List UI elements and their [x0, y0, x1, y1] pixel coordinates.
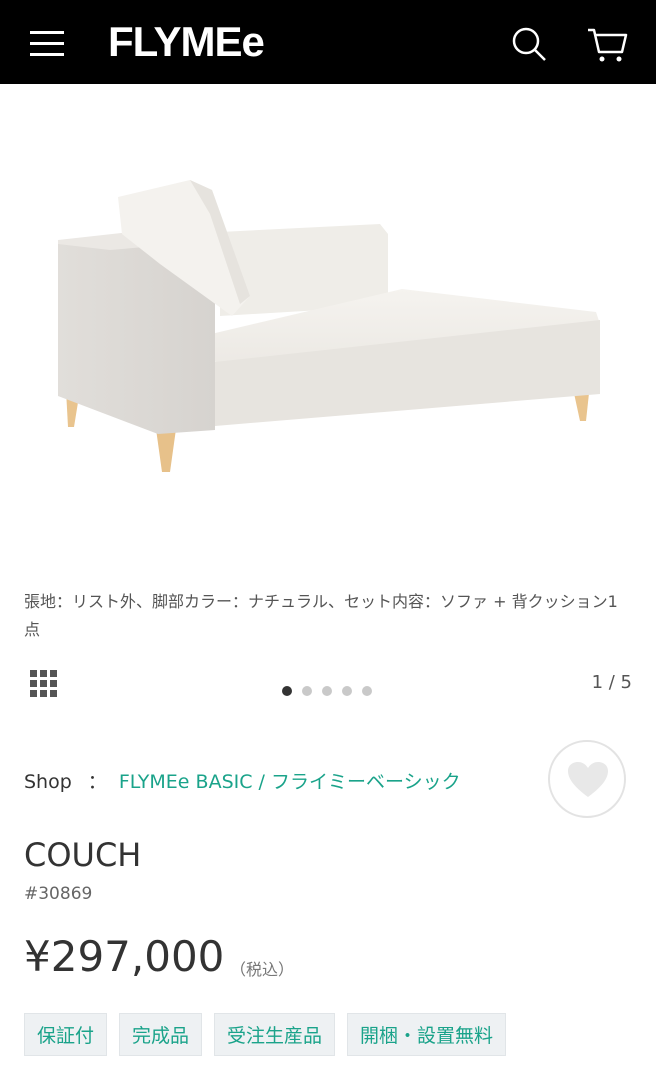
tag-made-to-order[interactable]: 受注生産品 — [214, 1013, 336, 1056]
favorite-button[interactable] — [548, 740, 626, 818]
carousel-dot-5[interactable] — [362, 686, 372, 696]
tag-warranty[interactable]: 保証付 — [24, 1013, 108, 1056]
carousel-dot-4[interactable] — [342, 686, 352, 696]
tag-free-setup[interactable]: 開梱・設置無料 — [347, 1013, 507, 1056]
header-bar: FLYMEe — [0, 0, 656, 84]
shop-separator: ： — [87, 771, 107, 793]
carousel-dot-1[interactable] — [282, 686, 292, 696]
tag-assembled[interactable]: 完成品 — [119, 1013, 203, 1056]
tax-note: （税込） — [230, 960, 295, 979]
product-image[interactable] — [0, 84, 656, 564]
shop-label: Shop — [24, 771, 72, 793]
image-caption: 張地：リスト外、脚部カラー：ナチュラル、セット内容：ソファ + 背クッション1点 — [24, 592, 618, 639]
carousel-dot-3[interactable] — [322, 686, 332, 696]
carousel-dot-2[interactable] — [302, 686, 312, 696]
shop-info: Shop ： FLYMEe BASIC / フライミーベーシック — [24, 767, 461, 794]
carousel-dots — [282, 681, 382, 696]
image-counter: 1 / 5 — [591, 672, 632, 693]
site-logo[interactable]: FLYMEe — [108, 18, 265, 66]
heart-icon — [568, 762, 608, 797]
search-icon[interactable] — [510, 25, 548, 63]
grid-view-icon[interactable] — [30, 670, 58, 698]
menu-icon[interactable] — [30, 28, 66, 58]
product-sku: #30869 — [24, 884, 93, 904]
product-price: ¥297,000 — [24, 932, 225, 981]
cart-icon[interactable] — [586, 26, 630, 64]
shop-link[interactable]: FLYMEe BASIC / フライミーベーシック — [119, 771, 461, 793]
product-name: COUCH — [24, 836, 142, 874]
feature-tags: 保証付 完成品 受注生産品 開梱・設置無料 — [24, 1013, 507, 1056]
